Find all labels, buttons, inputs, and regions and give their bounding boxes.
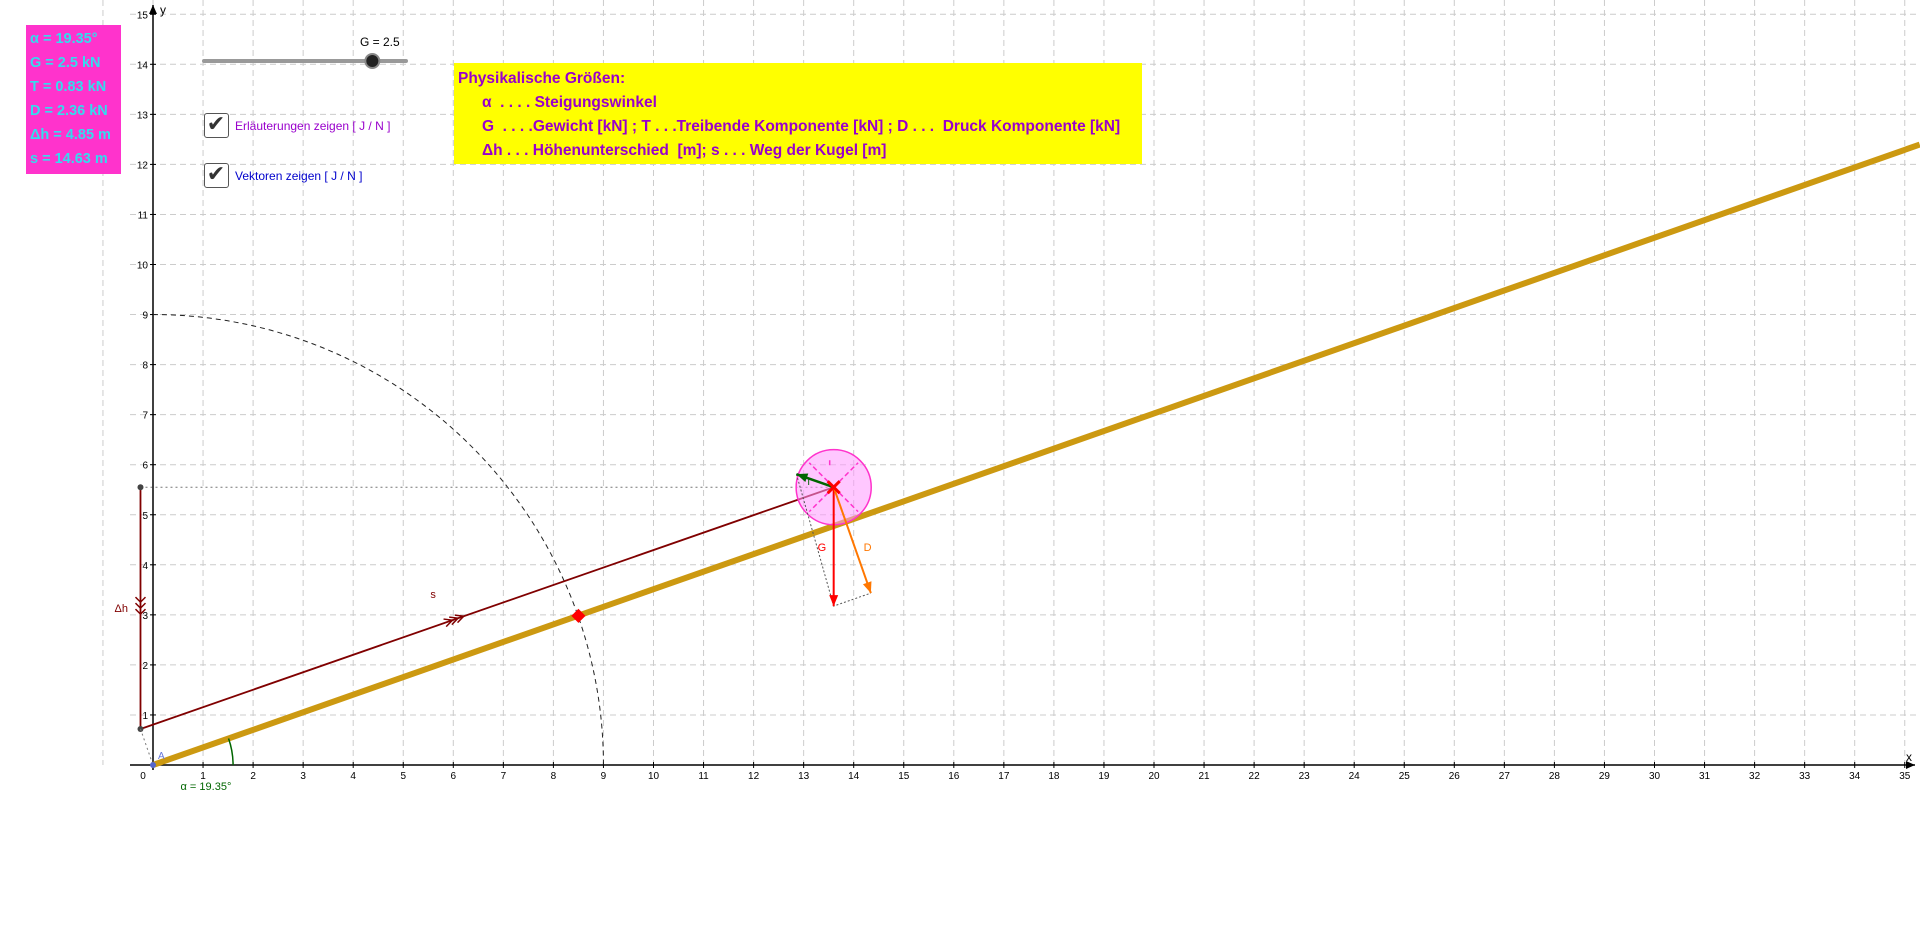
incline-figure: s Δh α = 19.35° A G D T [114, 141, 1920, 793]
x-tick-label: 20 [1148, 771, 1160, 782]
angle-label: α = 19.35° [181, 781, 232, 793]
s-label: s [430, 589, 436, 601]
x-tick-label: 13 [798, 771, 810, 782]
point-a [150, 762, 156, 768]
y-tick-label: 5 [142, 511, 148, 522]
y-tick-label: 13 [137, 110, 149, 121]
g-slider[interactable] [202, 53, 408, 69]
y-tick-label: 6 [142, 461, 148, 472]
x-tick-label: 28 [1549, 771, 1561, 782]
path-length-value: s = 14.63 m [30, 151, 108, 167]
height-difference-value: Δh = 4.85 m [30, 127, 111, 143]
x-tick-label: 21 [1198, 771, 1210, 782]
x-tick-label: 5 [400, 771, 406, 782]
y-tick-label: 4 [142, 561, 148, 572]
explain-checkbox[interactable]: ✔ [204, 113, 229, 138]
vector-d-label: D [864, 542, 872, 554]
x-tick-label: 34 [1849, 771, 1861, 782]
arc-guide [152, 314, 604, 766]
x-tick-label: 27 [1499, 771, 1511, 782]
y-tick-label: 7 [142, 411, 148, 422]
legend-box: Physikalische Größen: α . . . . Steigung… [454, 63, 1142, 164]
angle-arc [227, 738, 234, 766]
y-tick-label: 11 [138, 210, 149, 221]
alpha-value: α = 19.35° [30, 31, 98, 47]
x-tick-label: 29 [1599, 771, 1611, 782]
y-tick-label: 8 [142, 361, 148, 372]
slider-label: G = 2.5 [360, 35, 400, 49]
x-tick-label: 35 [1899, 771, 1911, 782]
x-tick-label: 17 [998, 771, 1010, 782]
y-axis-arrow [149, 5, 157, 14]
y-tick-label: 12 [137, 160, 149, 171]
x-tick-label: 31 [1699, 771, 1711, 782]
x-tick-label: 19 [1098, 771, 1110, 782]
y-axis-label: y [160, 3, 166, 17]
weight-value: G = 2.5 kN [30, 55, 101, 71]
vector-g-label: G [818, 542, 827, 554]
values-panel: α = 19.35° G = 2.5 kN T = 0.83 kN D = 2.… [26, 25, 121, 174]
y-tick-label: 15 [137, 10, 149, 21]
x-tick-label: 6 [451, 771, 457, 782]
y-tick-label: 3 [142, 611, 148, 622]
x-tick-label: 30 [1649, 771, 1661, 782]
x-tick-label: 8 [551, 771, 557, 782]
x-tick-label: 18 [1048, 771, 1060, 782]
x-tick-label: 32 [1749, 771, 1761, 782]
dh-foot-guide [140, 728, 154, 766]
x-tick-label: 22 [1249, 771, 1261, 782]
check-icon: ✔ [206, 112, 226, 137]
x-tick-label: 25 [1399, 771, 1411, 782]
point-a-label: A [158, 751, 165, 762]
vector-d-head [862, 581, 872, 594]
x-tick-label: 24 [1349, 771, 1361, 782]
y-tick-label: 2 [142, 661, 148, 672]
x-tick-label: 9 [601, 771, 607, 782]
legend-line-height: Δh . . . Höhenunterschied [m]; s . . . W… [482, 142, 887, 159]
origin-label: 0 [140, 771, 146, 782]
x-tick-label: 12 [748, 771, 760, 782]
x-tick-label: 16 [948, 771, 960, 782]
legend-title: Physikalische Größen: [458, 70, 626, 87]
x-tick-label: 33 [1799, 771, 1811, 782]
vectors-checkbox[interactable]: ✔ [204, 163, 229, 188]
pressure-component-value: D = 2.36 kN [30, 103, 108, 119]
vector-t-label: T [806, 477, 812, 488]
y-tick-label: 14 [137, 60, 149, 71]
x-tick-label: 2 [250, 771, 256, 782]
x-tick-label: 11 [698, 771, 709, 782]
y-tick-label: 10 [137, 261, 149, 272]
driving-component-value: T = 0.83 kN [30, 79, 107, 95]
legend-line-forces: G . . . .Gewicht [kN] ; T . . .Treibende… [482, 118, 1121, 135]
dh-top-point [137, 484, 144, 491]
slider-knob[interactable] [364, 53, 381, 69]
check-icon: ✔ [206, 162, 226, 187]
x-tick-label: 15 [898, 771, 910, 782]
x-tick-label: 3 [300, 771, 306, 782]
dh-label: Δh [114, 603, 127, 615]
s-path-line [140, 486, 834, 730]
y-tick-label: 1 [142, 711, 148, 722]
legend-line-alpha: α . . . . Steigungswinkel [482, 94, 657, 111]
x-tick-label: 14 [848, 771, 860, 782]
vectors-checkbox-label[interactable]: Vektoren zeigen [ J / N ] [235, 169, 362, 183]
x-axis-label: x [1906, 750, 1912, 764]
x-tick-label: 23 [1299, 771, 1311, 782]
x-tick-label: 7 [501, 771, 507, 782]
y-tick-label: 9 [142, 311, 148, 322]
explain-checkbox-label[interactable]: Erläuterungen zeigen [ J / N ] [235, 119, 390, 133]
vector-g-head [829, 595, 839, 607]
x-tick-label: 10 [648, 771, 660, 782]
x-tick-label: 26 [1449, 771, 1461, 782]
x-tick-label: 4 [350, 771, 356, 782]
